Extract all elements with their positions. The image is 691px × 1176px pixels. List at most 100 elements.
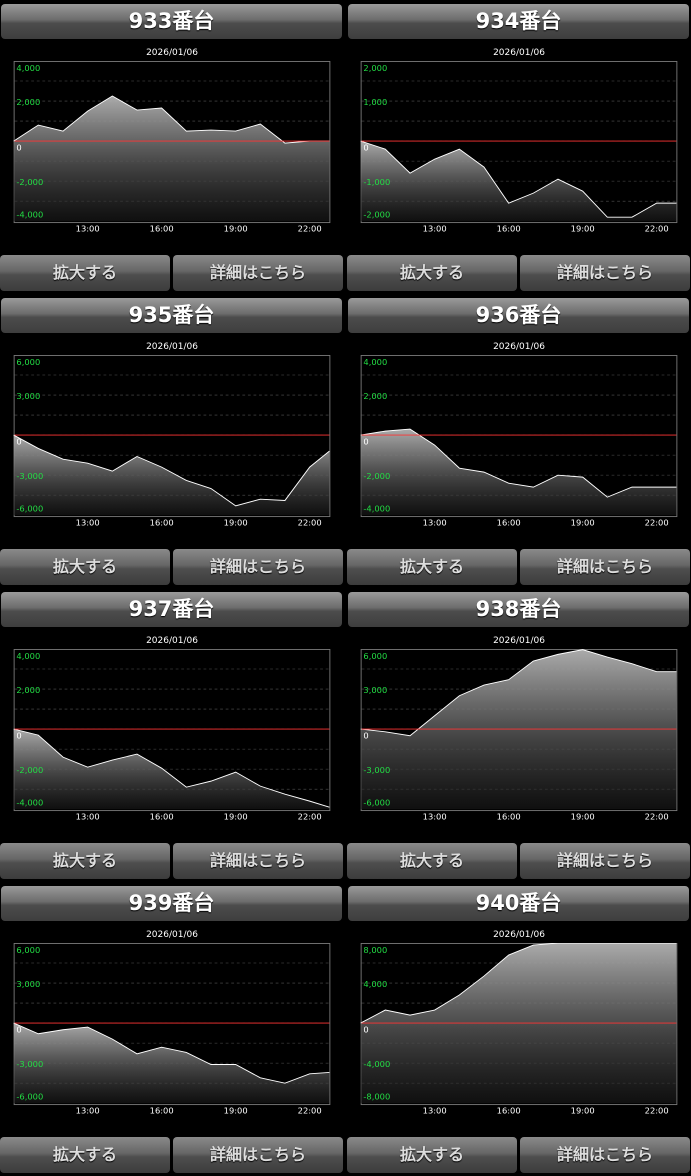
x-tick-label: 13:00 bbox=[76, 1105, 100, 1115]
chart-date: 2026/01/06 bbox=[146, 636, 198, 646]
y-tick-label: 0 bbox=[363, 436, 368, 446]
machine-title: 934番台 bbox=[348, 4, 689, 39]
x-tick-label: 19:00 bbox=[571, 811, 595, 821]
x-tick-label: 19:00 bbox=[571, 1105, 595, 1115]
x-tick-label: 22:00 bbox=[645, 517, 669, 527]
zoom-button[interactable]: 拡大する bbox=[0, 549, 170, 585]
zoom-button[interactable]: 拡大する bbox=[0, 1137, 170, 1173]
x-tick-label: 16:00 bbox=[150, 811, 174, 821]
x-tick-label: 19:00 bbox=[224, 223, 248, 233]
machine-title: 935番台 bbox=[1, 298, 342, 333]
y-tick-label: -6,000 bbox=[16, 503, 43, 513]
y-tick-label: -6,000 bbox=[16, 1091, 43, 1101]
y-tick-label: 0 bbox=[363, 142, 368, 152]
y-tick-label: -3,000 bbox=[16, 471, 43, 481]
chart-date: 2026/01/06 bbox=[146, 342, 198, 352]
x-tick-label: 19:00 bbox=[224, 517, 248, 527]
y-tick-label: 6,000 bbox=[16, 945, 40, 955]
y-tick-label: -4,000 bbox=[16, 209, 43, 219]
x-tick-label: 13:00 bbox=[423, 1105, 447, 1115]
x-tick-label: 13:00 bbox=[76, 517, 100, 527]
y-tick-label: 6,000 bbox=[16, 357, 40, 367]
balance-chart: 6,000 3,000 0 -3,000 -6,000 13:00 16:00 19:00 22… bbox=[360, 649, 678, 821]
y-tick-label: 0 bbox=[16, 142, 21, 152]
detail-button[interactable]: 詳細はこちら bbox=[520, 549, 690, 585]
machine-title: 939番台 bbox=[1, 886, 342, 921]
detail-button[interactable]: 詳細はこちら bbox=[173, 549, 343, 585]
chart-date: 2026/01/06 bbox=[493, 636, 545, 646]
machine-title: 940番台 bbox=[348, 886, 689, 921]
x-tick-label: 13:00 bbox=[423, 223, 447, 233]
x-tick-label: 16:00 bbox=[497, 1105, 521, 1115]
detail-button[interactable]: 詳細はこちら bbox=[520, 843, 690, 879]
zoom-button[interactable]: 拡大する bbox=[347, 255, 517, 291]
x-tick-label: 22:00 bbox=[298, 517, 322, 527]
x-tick-label: 13:00 bbox=[423, 811, 447, 821]
x-tick-label: 16:00 bbox=[150, 223, 174, 233]
y-tick-label: -2,000 bbox=[363, 209, 390, 219]
y-tick-label: 4,000 bbox=[16, 651, 40, 661]
y-tick-label: -4,000 bbox=[363, 503, 390, 513]
y-tick-label: 6,000 bbox=[363, 651, 387, 661]
machine-title: 936番台 bbox=[348, 298, 689, 333]
y-tick-label: 2,000 bbox=[16, 97, 40, 107]
y-tick-label: 3,000 bbox=[363, 685, 387, 695]
balance-chart: 6,000 3,000 0 -3,000 -6,000 13:00 16:00 19:00 22… bbox=[13, 943, 331, 1115]
machine-title: 933番台 bbox=[1, 4, 342, 39]
y-tick-label: 1,000 bbox=[363, 97, 387, 107]
y-tick-label: 0 bbox=[363, 1024, 368, 1034]
chart-date: 2026/01/06 bbox=[493, 48, 545, 58]
detail-button[interactable]: 詳細はこちら bbox=[173, 255, 343, 291]
machine-panel: 940番台 2026/01/06 8,000 4,000 0 -4,000 -8,000… bbox=[347, 882, 691, 1176]
y-tick-label: 0 bbox=[16, 436, 21, 446]
balance-chart: 6,000 3,000 0 -3,000 -6,000 13:00 16:00 19:00 22… bbox=[13, 355, 331, 527]
balance-chart: 4,000 2,000 0 -2,000 -4,000 13:00 16:00 19:00 22… bbox=[13, 61, 331, 233]
detail-button[interactable]: 詳細はこちら bbox=[520, 1137, 690, 1173]
zoom-button[interactable]: 拡大する bbox=[347, 549, 517, 585]
zoom-button[interactable]: 拡大する bbox=[347, 843, 517, 879]
x-tick-label: 16:00 bbox=[150, 517, 174, 527]
x-tick-label: 16:00 bbox=[497, 811, 521, 821]
y-tick-label: 2,000 bbox=[363, 63, 387, 73]
chart-date: 2026/01/06 bbox=[493, 342, 545, 352]
zoom-button[interactable]: 拡大する bbox=[0, 255, 170, 291]
machine-title: 938番台 bbox=[348, 592, 689, 627]
y-tick-label: -8,000 bbox=[363, 1091, 390, 1101]
x-tick-label: 16:00 bbox=[150, 1105, 174, 1115]
y-tick-label: 4,000 bbox=[363, 979, 387, 989]
y-tick-label: 4,000 bbox=[363, 357, 387, 367]
chart-date: 2026/01/06 bbox=[146, 930, 198, 940]
x-tick-label: 19:00 bbox=[224, 1105, 248, 1115]
y-tick-label: 2,000 bbox=[16, 685, 40, 695]
detail-button[interactable]: 詳細はこちら bbox=[173, 1137, 343, 1173]
y-tick-label: 3,000 bbox=[16, 979, 40, 989]
machine-title: 937番台 bbox=[1, 592, 342, 627]
balance-chart: 2,000 1,000 0 -1,000 -2,000 13:00 16:00 19:00 22… bbox=[360, 61, 678, 233]
detail-button[interactable]: 詳細はこちら bbox=[520, 255, 690, 291]
zoom-button[interactable]: 拡大する bbox=[0, 843, 170, 879]
y-tick-label: -4,000 bbox=[16, 797, 43, 807]
machine-panel: 938番台 2026/01/06 6,000 3,000 0 -3,000 -6,000… bbox=[347, 588, 691, 882]
balance-chart: 4,000 2,000 0 -2,000 -4,000 13:00 16:00 19:00 22… bbox=[13, 649, 331, 821]
x-tick-label: 16:00 bbox=[497, 517, 521, 527]
x-tick-label: 13:00 bbox=[76, 223, 100, 233]
chart-date: 2026/01/06 bbox=[493, 930, 545, 940]
y-tick-label: 0 bbox=[16, 730, 21, 740]
y-tick-label: 3,000 bbox=[16, 391, 40, 401]
y-tick-label: 2,000 bbox=[363, 391, 387, 401]
machine-panel: 936番台 2026/01/06 4,000 2,000 0 -2,000 -4,000… bbox=[347, 294, 691, 588]
y-tick-label: 0 bbox=[16, 1024, 21, 1034]
zoom-button[interactable]: 拡大する bbox=[347, 1137, 517, 1173]
machine-panel: 934番台 2026/01/06 2,000 1,000 0 -1,000 -2,000… bbox=[347, 0, 691, 294]
x-tick-label: 13:00 bbox=[76, 811, 100, 821]
y-tick-label: -2,000 bbox=[16, 765, 43, 775]
y-tick-label: 0 bbox=[363, 730, 368, 740]
y-tick-label: -4,000 bbox=[363, 1059, 390, 1069]
y-tick-label: 8,000 bbox=[363, 945, 387, 955]
detail-button[interactable]: 詳細はこちら bbox=[173, 843, 343, 879]
machine-panel: 935番台 2026/01/06 6,000 3,000 0 -3,000 -6,000… bbox=[0, 294, 344, 588]
x-tick-label: 22:00 bbox=[645, 1105, 669, 1115]
y-tick-label: -2,000 bbox=[363, 471, 390, 481]
y-tick-label: -3,000 bbox=[363, 765, 390, 775]
machine-panel: 933番台 2026/01/06 4,000 2,000 0 -2,000 -4,000… bbox=[0, 0, 344, 294]
